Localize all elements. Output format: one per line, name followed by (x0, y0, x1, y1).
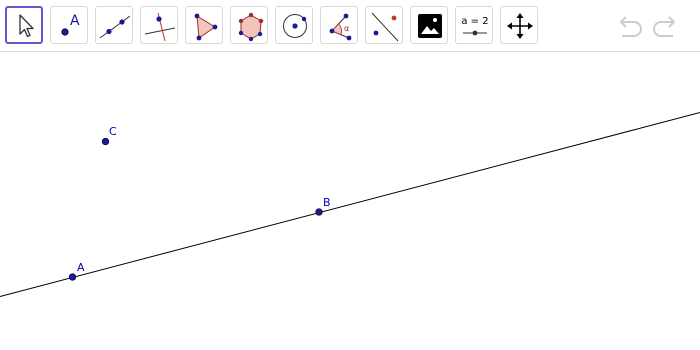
redo-button[interactable] (650, 10, 682, 42)
reflect-tool-button[interactable] (365, 6, 403, 44)
point-b-label: B (323, 196, 331, 209)
angle-tool-button[interactable]: α (320, 6, 358, 44)
point-b[interactable]: B (315, 196, 331, 216)
circle-tool-button[interactable] (275, 6, 313, 44)
regular-polygon-icon (238, 12, 264, 42)
perpendicular-line-icon (144, 12, 176, 42)
polygon-tool-button[interactable] (185, 6, 223, 44)
point-a[interactable]: A (68, 261, 85, 281)
move-graphics-view-icon (507, 13, 533, 39)
graphics-canvas[interactable]: A B C (0, 52, 700, 350)
regular-polygon-tool-button[interactable] (230, 6, 268, 44)
perpendicular-line-tool-button[interactable] (140, 6, 178, 44)
toolbar: A α a = 2 (0, 0, 700, 52)
move-tool-button[interactable] (5, 6, 43, 44)
angle-icon-label: α (344, 24, 349, 33)
point-icon: A (61, 13, 80, 36)
point-icon-label: A (70, 13, 80, 29)
polygon-icon (194, 13, 218, 41)
move-graphics-view-tool-button[interactable] (500, 6, 538, 44)
slider-tool-button[interactable]: a = 2 (455, 6, 493, 44)
line-icon (99, 15, 131, 39)
redo-icon (653, 16, 676, 37)
image-icon (418, 14, 442, 38)
point-c-label: C (109, 125, 117, 138)
point-c[interactable]: C (101, 125, 117, 146)
move-cursor-icon (19, 14, 34, 38)
point-a-label: A (77, 261, 85, 274)
point-tool-button[interactable]: A (50, 6, 88, 44)
slider-icon-label: a = 2 (461, 16, 488, 27)
undo-button[interactable] (613, 10, 645, 42)
image-tool-button[interactable] (410, 6, 448, 44)
circle-icon (283, 14, 307, 38)
reflect-about-line-icon (371, 12, 399, 42)
graphics-view[interactable]: A B C (0, 52, 700, 350)
undo-icon (619, 16, 642, 37)
slider-icon: a = 2 (461, 16, 489, 36)
angle-icon: α (329, 13, 352, 41)
geogebra-app: A α a = 2 A B C (0, 0, 700, 350)
line-tool-button[interactable] (95, 6, 133, 44)
